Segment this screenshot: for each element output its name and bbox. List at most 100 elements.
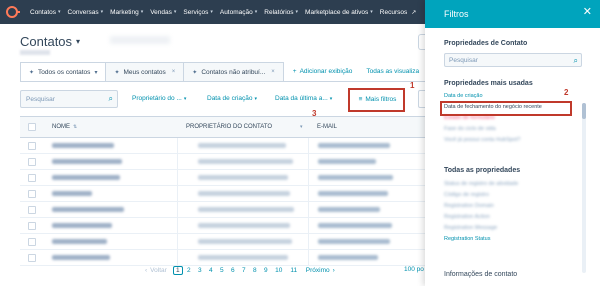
property-option[interactable]: Você já possui conta HubSpot?: [444, 134, 579, 145]
table-row[interactable]: [20, 218, 425, 234]
table-row[interactable]: [20, 170, 425, 186]
table-row[interactable]: [20, 234, 425, 250]
scrollbar-track[interactable]: [582, 103, 586, 273]
last-activity-filter-button[interactable]: Data da última a... ▾: [275, 95, 332, 102]
column-label: E-MAIL: [317, 124, 338, 130]
page-number[interactable]: 3: [195, 267, 205, 274]
tab-unassigned-contacts[interactable]: ✦ Contatos não atribuí... ×: [183, 62, 284, 81]
table-row[interactable]: [20, 202, 425, 218]
search-input[interactable]: Pesquisar ⌕: [20, 90, 118, 108]
table-row[interactable]: [20, 154, 425, 170]
contact-name[interactable]: [52, 143, 114, 148]
nav-item-0[interactable]: Contatos ▾: [30, 9, 61, 16]
scrollbar-thumb[interactable]: [582, 103, 586, 119]
search-icon[interactable]: ⌕: [109, 94, 113, 104]
column-header-owner[interactable]: PROPRIETÁRIO DO CONTATO ▾: [186, 124, 303, 130]
nav-item-8[interactable]: Recursos: [380, 9, 417, 16]
nav-item-7[interactable]: Marketplace de ativos ▾: [305, 9, 373, 16]
contact-owner: [198, 207, 294, 212]
property-label: Registration Action: [444, 213, 490, 220]
contact-name[interactable]: [52, 207, 124, 212]
contact-name[interactable]: [52, 255, 110, 260]
annotation-box-more-filters: [348, 88, 405, 112]
property-option[interactable]: Registration Domain: [444, 200, 579, 211]
property-option[interactable]: Registration Status: [444, 233, 579, 244]
select-all-checkbox[interactable]: [28, 123, 36, 131]
column-header-name[interactable]: NOME ⇅: [52, 124, 77, 130]
property-option[interactable]: Fase do ciclo de vida: [444, 123, 579, 134]
chevron-down-icon: ▾: [329, 95, 333, 102]
row-checkbox[interactable]: [28, 142, 36, 150]
property-option[interactable]: Registration Message: [444, 222, 579, 233]
plus-icon: +: [292, 68, 297, 75]
previous-page-button[interactable]: ‹ Voltar: [145, 267, 167, 274]
property-option[interactable]: Código de registro: [444, 189, 579, 200]
property-label: Fase do ciclo de vida: [444, 125, 496, 132]
per-page-select[interactable]: 100 po: [404, 266, 424, 273]
nav-item-2[interactable]: Marketing ▾: [110, 9, 143, 16]
table-row[interactable]: [20, 186, 425, 202]
tab-all-contacts[interactable]: ✦ Todos os contatos ▾: [20, 62, 107, 81]
page-header: Contatos ▾: [0, 24, 428, 60]
all-views-link[interactable]: Todas as visualiza: [352, 62, 419, 81]
column-divider: [308, 170, 309, 185]
page-number[interactable]: 9: [261, 267, 271, 274]
nav-label: Serviços: [183, 8, 209, 16]
page-number[interactable]: 10: [272, 267, 286, 274]
filters-panel: Filtros ✕ Propriedades de Contato Pesqui…: [425, 0, 600, 286]
property-option[interactable]: Status de registro de atividade: [444, 178, 579, 189]
owner-filter-button[interactable]: Proprietário do ... ▾: [132, 95, 186, 102]
property-label: Registration Message: [444, 224, 498, 231]
page-number[interactable]: 11: [287, 267, 301, 274]
nav-item-5[interactable]: Automação ▾: [220, 9, 257, 16]
page-number[interactable]: 5: [217, 267, 227, 274]
page-number[interactable]: 2: [184, 267, 194, 274]
close-icon[interactable]: ×: [172, 69, 176, 75]
nav-item-6[interactable]: Relatórios ▾: [264, 9, 298, 16]
row-checkbox[interactable]: [28, 174, 36, 182]
panel-title: Filtros: [444, 9, 469, 19]
column-divider: [308, 218, 309, 233]
table-row[interactable]: [20, 138, 425, 154]
row-checkbox[interactable]: [28, 190, 36, 198]
row-checkbox[interactable]: [28, 206, 36, 214]
nav-item-4[interactable]: Serviços ▾: [183, 9, 212, 16]
search-icon[interactable]: ⌕: [574, 56, 578, 66]
contact-name[interactable]: [52, 239, 107, 244]
hubspot-logo-icon[interactable]: [6, 6, 20, 18]
previous-label: Voltar: [150, 266, 167, 274]
page-number[interactable]: 7: [239, 267, 249, 274]
nav-label: Relatórios: [264, 8, 294, 16]
column-divider: [177, 202, 178, 217]
page-number[interactable]: 4: [206, 267, 216, 274]
property-option[interactable]: Registration Action: [444, 211, 579, 222]
page-number[interactable]: 6: [228, 267, 238, 274]
search-placeholder: Pesquisar: [26, 95, 55, 103]
nav-item-1[interactable]: Conversas ▾: [68, 9, 104, 16]
contact-name[interactable]: [52, 175, 120, 180]
page-title[interactable]: Contatos ▾: [20, 34, 80, 49]
close-icon[interactable]: ×: [271, 69, 275, 75]
close-icon[interactable]: ✕: [583, 7, 592, 18]
page-number[interactable]: 1: [172, 265, 183, 275]
contact-name[interactable]: [52, 191, 92, 196]
contact-email: [318, 207, 380, 212]
property-option[interactable]: Data de criação: [444, 90, 579, 101]
property-search-input[interactable]: Pesquisar ⌕: [444, 53, 582, 67]
row-checkbox[interactable]: [28, 222, 36, 230]
contact-name[interactable]: [52, 223, 112, 228]
creation-date-filter-button[interactable]: Data de criação ▾: [207, 95, 257, 102]
contact-name[interactable]: [52, 159, 122, 164]
page-number[interactable]: 8: [250, 267, 260, 274]
add-view-button[interactable]: + Adicionar exibição: [283, 62, 353, 81]
property-label: Data de criação: [444, 92, 483, 99]
row-checkbox[interactable]: [28, 158, 36, 166]
tab-my-contacts[interactable]: ✦ Meus contatos ×: [105, 62, 185, 81]
row-checkbox[interactable]: [28, 254, 36, 262]
chevron-down-icon: ▾: [58, 9, 61, 15]
column-header-email[interactable]: E-MAIL: [317, 124, 337, 130]
nav-item-3[interactable]: Vendas ▾: [150, 9, 176, 16]
next-page-button[interactable]: Próximo ›: [306, 267, 335, 274]
chevron-down-icon[interactable]: ▾: [94, 69, 97, 76]
row-checkbox[interactable]: [28, 238, 36, 246]
